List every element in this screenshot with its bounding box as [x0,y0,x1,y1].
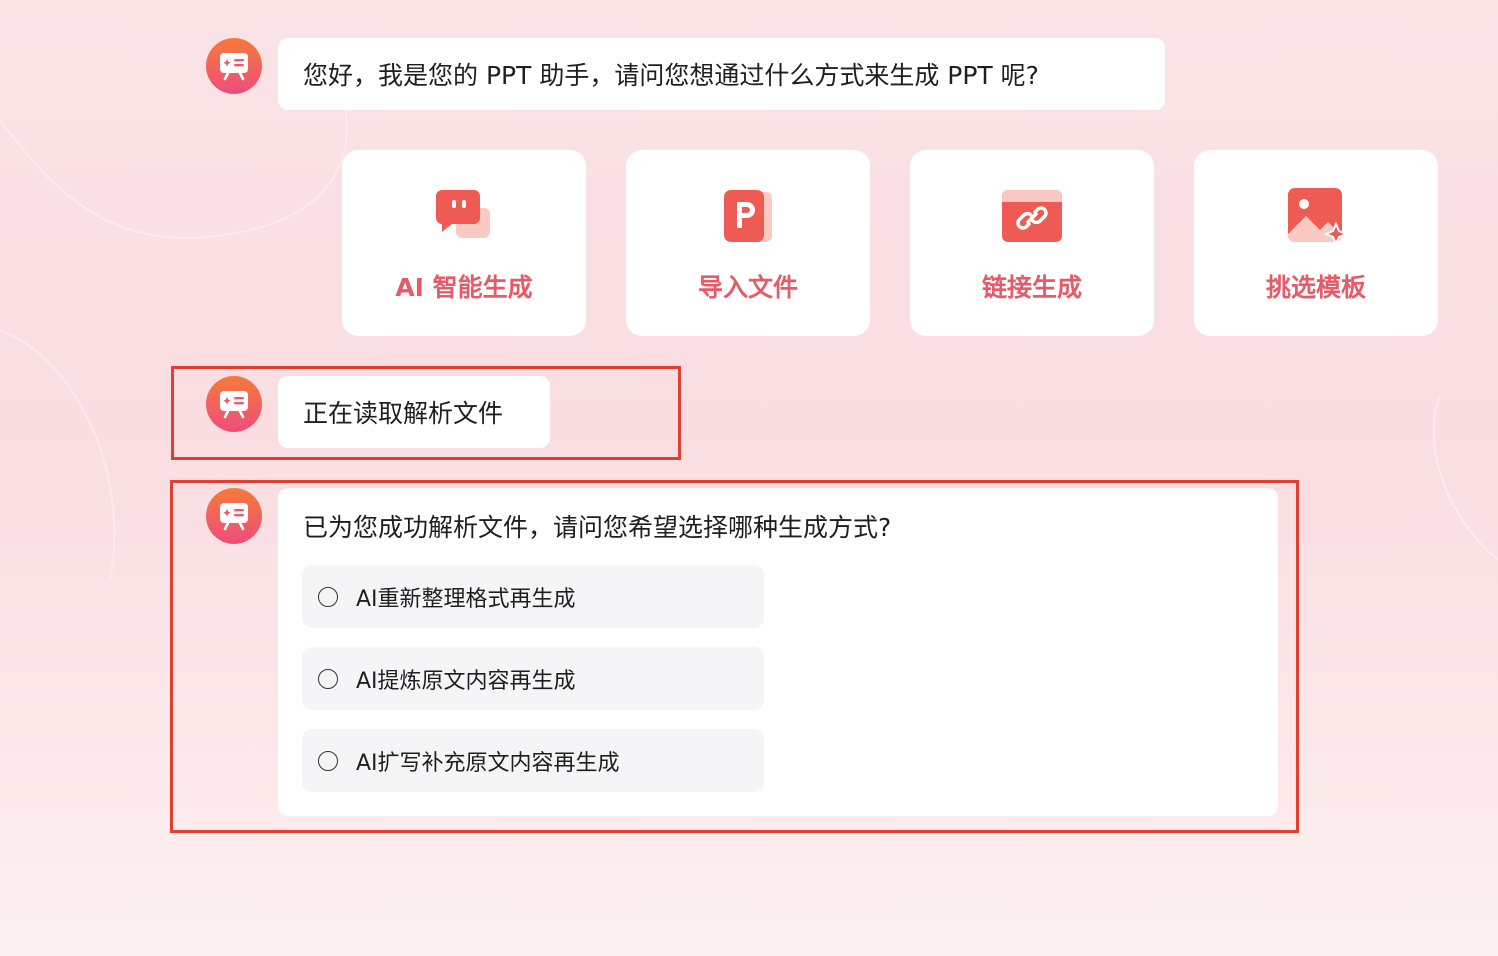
presentation-board-icon [220,503,248,531]
presentation-board-icon [220,391,248,419]
greeting-text: 您好，我是您的 PPT 助手，请问您想通过什么方式来生成 PPT 呢? [303,61,1039,90]
presentation-board-icon [220,53,248,81]
method-card-pick-template[interactable]: 挑选模板 [1194,150,1438,336]
chat-bubble-icon [436,190,490,238]
method-card-ai-generate[interactable]: AI 智能生成 [342,150,586,336]
option-reformat[interactable]: AI重新整理格式再生成 [302,565,764,628]
assistant-avatar [206,376,262,432]
radio-button[interactable] [318,750,338,771]
method-label: 导入文件 [697,273,798,302]
option-expand[interactable]: AI扩写补充原文内容再生成 [302,729,764,792]
assistant-avatar [206,38,262,94]
method-card-import-file[interactable]: 导入文件 [626,150,870,336]
assistant-avatar [206,488,262,544]
powerpoint-file-icon [724,190,772,242]
method-label: 链接生成 [981,273,1082,302]
image-template-icon [1288,188,1346,246]
method-card-link-generate[interactable]: 链接生成 [910,150,1154,336]
radio-button[interactable] [318,668,338,689]
link-icon [1002,190,1062,242]
method-label: AI 智能生成 [395,273,533,302]
radio-button[interactable] [318,586,338,607]
parsed-prompt-text: 已为您成功解析文件，请问您希望选择哪种生成方式? [303,513,892,542]
reading-status-text: 正在读取解析文件 [303,399,504,428]
option-label: AI重新整理格式再生成 [356,586,576,612]
option-label: AI提炼原文内容再生成 [356,668,576,694]
reading-status-message: 正在读取解析文件 [278,376,550,448]
option-extract[interactable]: AI提炼原文内容再生成 [302,647,764,710]
greeting-message: 您好，我是您的 PPT 助手，请问您想通过什么方式来生成 PPT 呢? [278,38,1165,110]
option-label: AI扩写补充原文内容再生成 [356,750,620,776]
method-label: 挑选模板 [1265,273,1366,302]
